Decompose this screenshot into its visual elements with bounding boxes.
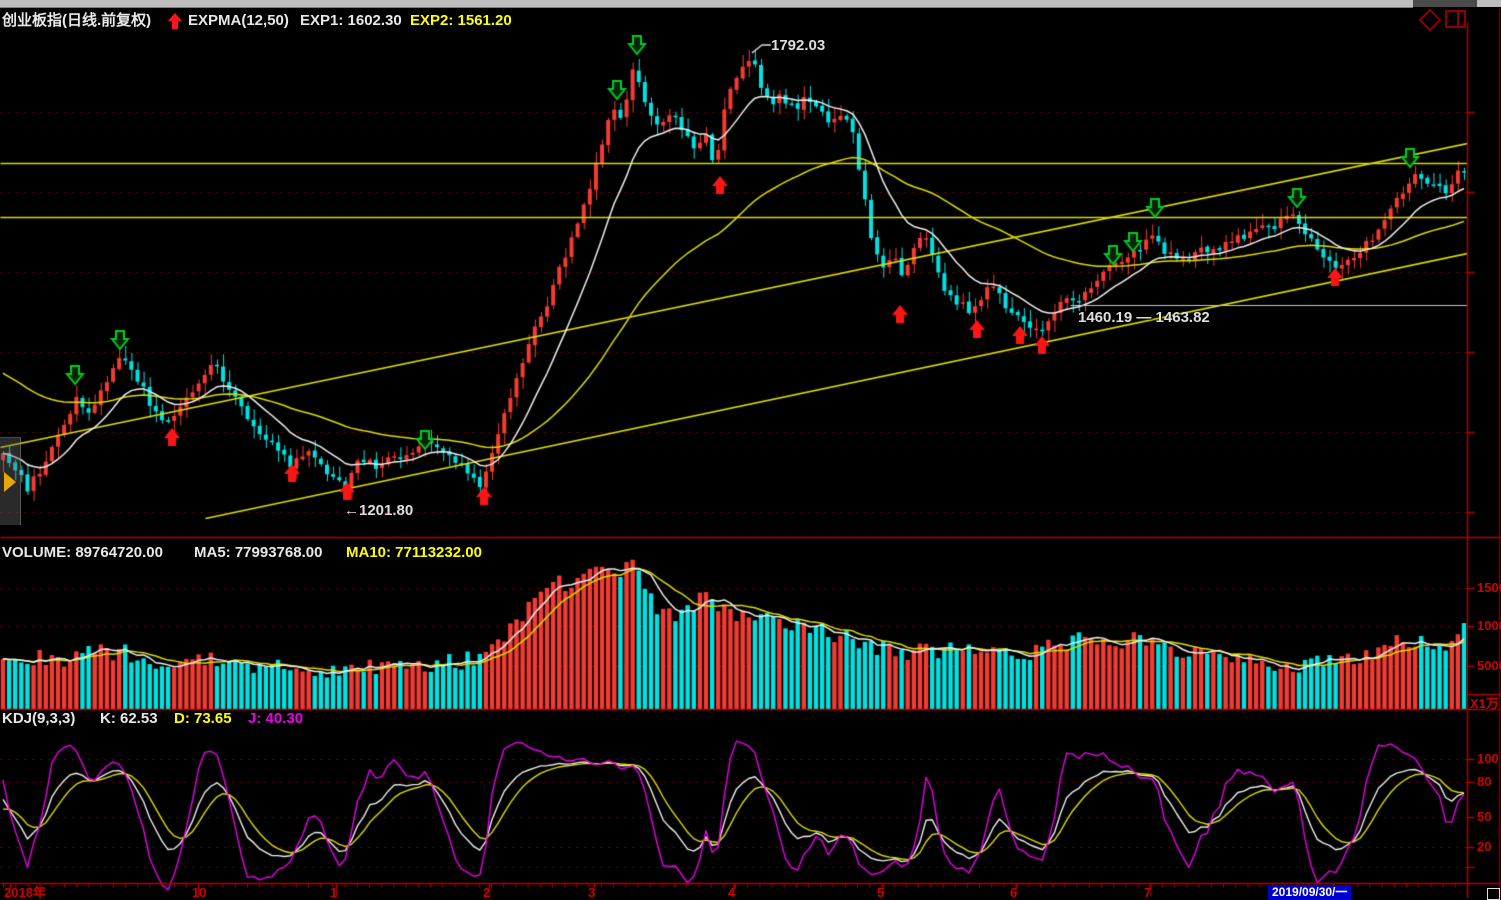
kdj-d-value: D: 73.65 bbox=[174, 710, 232, 727]
volume-ma5-value: MA5: 77993768.00 bbox=[194, 544, 323, 561]
kdj-scale-label: 100 bbox=[1477, 751, 1499, 766]
kdj-scale-label: 50 bbox=[1477, 809, 1492, 824]
up-arrow-icon bbox=[168, 13, 182, 29]
peak-price-annotation: 1792.03 bbox=[771, 37, 826, 54]
window-restore-icon[interactable] bbox=[1444, 8, 1470, 32]
kdj-scale-label: 80 bbox=[1477, 774, 1492, 789]
volume-scale-label: 5000 bbox=[1477, 658, 1501, 673]
trading-app-window: { "header": { "symbol": "创业板指(日线.前复权)", … bbox=[0, 0, 1501, 900]
trough-price-annotation: ←1201.80 bbox=[344, 502, 414, 519]
support-level-annotation: 1460.19 — 1463.82 bbox=[1078, 309, 1210, 326]
volume-scale-label: 10000 bbox=[1477, 618, 1501, 633]
exp2-value: EXP2: 1561.20 bbox=[410, 12, 512, 29]
exp1-value: EXP1: 1602.30 bbox=[300, 12, 402, 29]
diamond-icon[interactable] bbox=[1419, 9, 1441, 31]
volume-unit-label: X1万 bbox=[1470, 696, 1499, 711]
expand-arrow-icon bbox=[4, 472, 16, 492]
kdj-j-value: J: 40.30 bbox=[248, 710, 304, 727]
top-scrollbar[interactable] bbox=[0, 0, 1501, 8]
kdj-scale-label: 20 bbox=[1477, 839, 1492, 854]
volume-ma10-value: MA10: 77113232.00 bbox=[346, 544, 482, 561]
volume-value: VOLUME: 89764720.00 bbox=[2, 544, 163, 561]
scrollbar-thumb[interactable] bbox=[0, 0, 1413, 8]
volume-scale-label: 15000 bbox=[1477, 580, 1501, 595]
kdj-k-value: K: 62.53 bbox=[100, 710, 158, 727]
indicator-name: EXPMA(12,50) bbox=[188, 12, 289, 29]
symbol-title: 创业板指(日线.前复权) bbox=[2, 12, 152, 29]
drawer-handle[interactable] bbox=[0, 437, 21, 525]
kdj-indicator-name: KDJ(9,3,3) bbox=[2, 710, 76, 727]
corner-button[interactable] bbox=[1487, 888, 1500, 900]
scrollbar-button[interactable] bbox=[1477, 0, 1501, 7]
chart-canvas[interactable] bbox=[0, 0, 1501, 898]
